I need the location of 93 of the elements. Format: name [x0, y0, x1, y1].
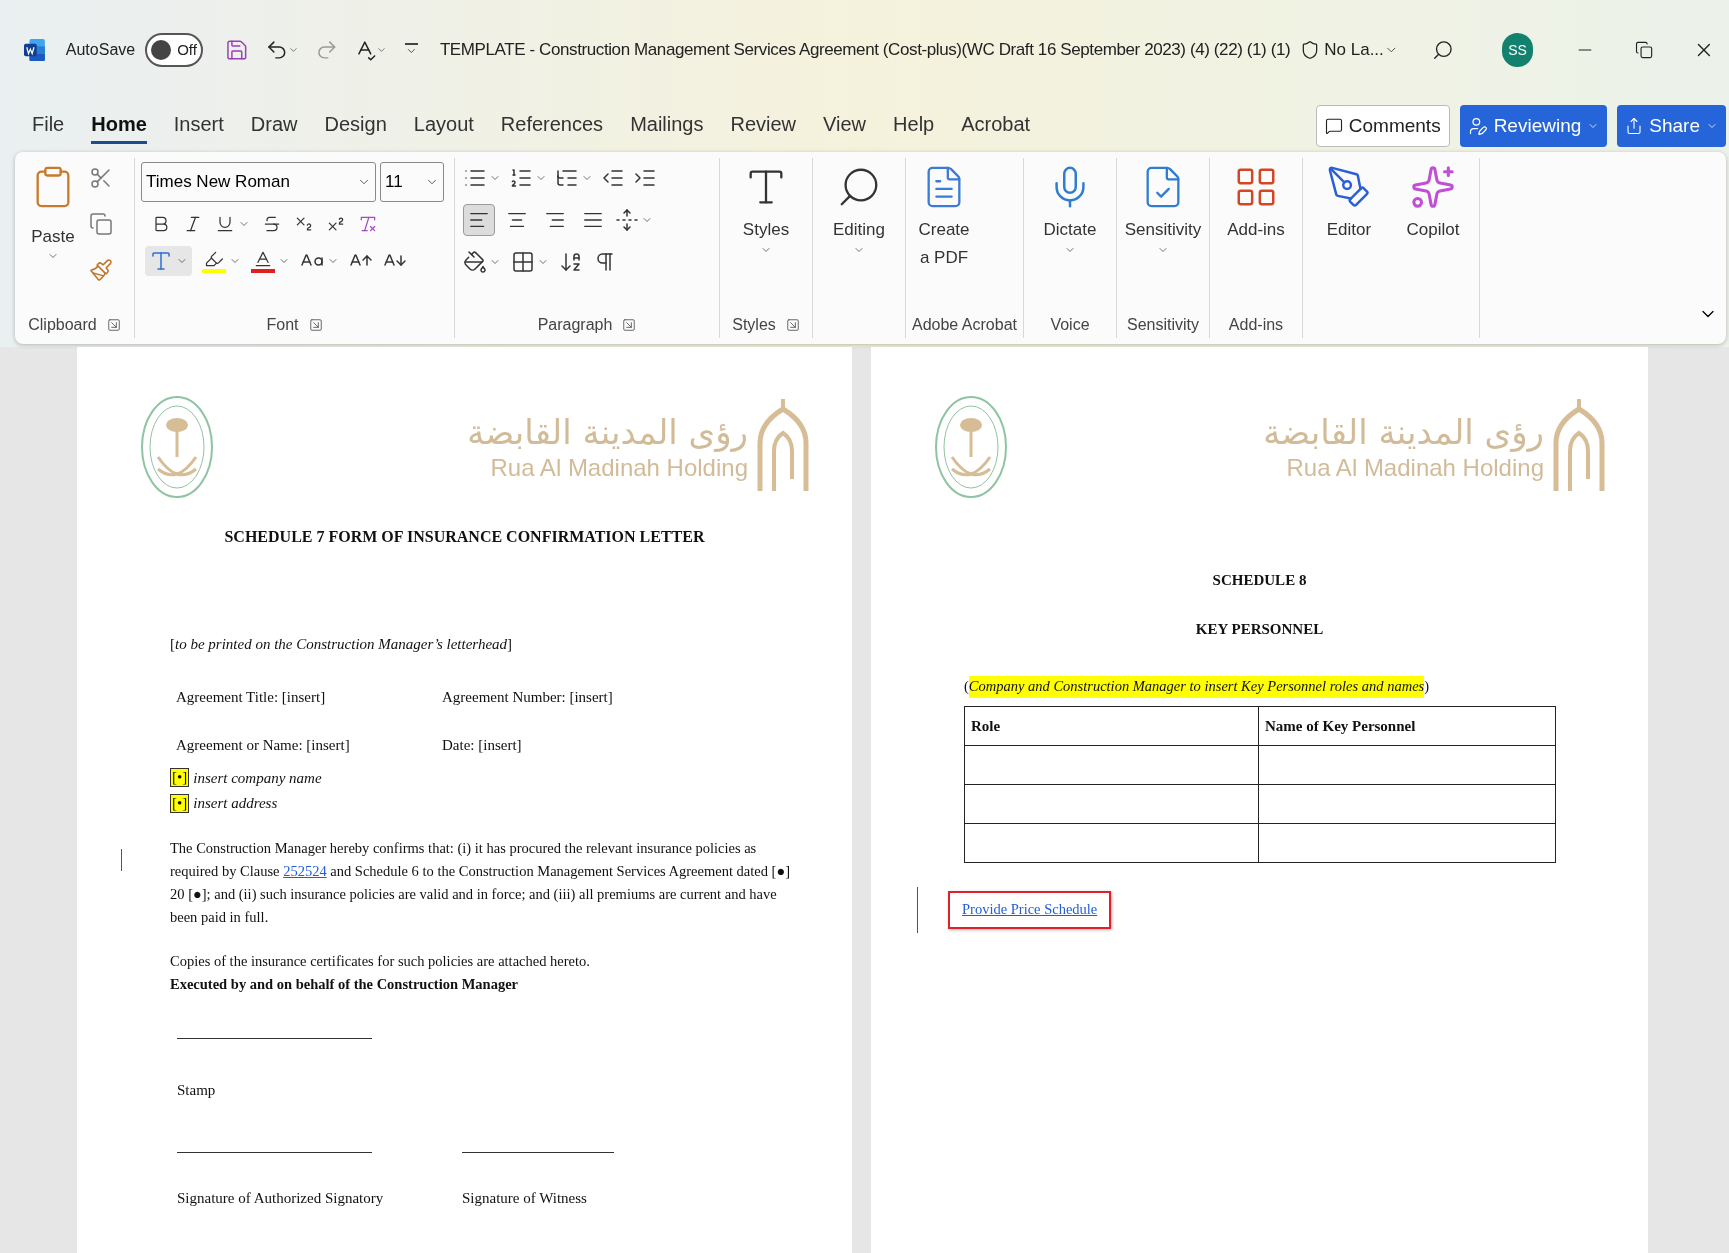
font-color-icon[interactable] — [251, 249, 275, 273]
sort-icon[interactable] — [559, 250, 583, 274]
logo-english-text: Rua Al Madinah Holding — [1286, 453, 1544, 483]
group-label: Voice — [1050, 315, 1090, 335]
dialog-launcher-icon[interactable] — [308, 318, 323, 332]
placeholder-text: insert address — [193, 794, 278, 813]
field-label: Agreement Title: [insert] — [176, 687, 327, 707]
parenthesis: ( — [964, 677, 969, 696]
copy-icon[interactable] — [89, 212, 113, 236]
logo-arabic-text: رؤى المدينة القابضة — [467, 411, 748, 453]
reviewing-icon[interactable] — [1467, 116, 1488, 136]
menu-tab[interactable]: Insert — [173, 108, 224, 144]
group-label: Sensitivity — [1126, 315, 1199, 335]
menu-tab[interactable]: Home — [91, 108, 147, 144]
menu-tab[interactable]: File — [32, 108, 65, 144]
ribbon-button[interactable]: Create a PDF — [912, 164, 976, 272]
menu-tab[interactable]: References — [500, 108, 604, 144]
column-header: Role — [964, 706, 1259, 746]
ribbon-button[interactable]: Add-ins — [1215, 164, 1296, 244]
clause-link[interactable]: 252524 — [283, 862, 327, 879]
menu-tab[interactable]: Design — [324, 108, 387, 144]
menu-tab[interactable]: Layout — [413, 108, 474, 144]
text-effects-icon[interactable] — [149, 249, 173, 273]
signature-label: Signature of Witness — [462, 1188, 587, 1208]
shading-icon[interactable] — [463, 250, 487, 274]
word-logo-icon — [24, 37, 46, 63]
ribbon-button[interactable]: Copilot — [1392, 164, 1473, 244]
group-label: Paragraph — [537, 315, 613, 335]
placeholder-text: insert company name — [193, 768, 322, 788]
logo-arabic-text: رؤى المدينة القابضة — [1263, 411, 1544, 453]
user-avatar[interactable]: SS — [1502, 33, 1534, 67]
format-painter-icon[interactable] — [89, 258, 113, 282]
strikethrough-icon[interactable] — [262, 214, 282, 234]
group-label: Add-ins — [1228, 315, 1284, 335]
key-personnel-heading: KEY PERSONNEL — [1194, 619, 1325, 639]
logo-english-text: Rua Al Madinah Holding — [490, 453, 748, 483]
ribbon-button[interactable]: Editor — [1308, 164, 1389, 244]
menu-tab[interactable]: Draw — [250, 108, 298, 144]
paste-button[interactable]: Paste — [25, 164, 81, 282]
price-schedule-link[interactable]: Provide Price Schedule — [948, 890, 1112, 929]
copies-text: Copies of the insurance certificates for such policies are attached hereto. — [170, 951, 591, 971]
placeholder-marker: [•] — [170, 768, 190, 788]
ribbon-button[interactable]: Editing — [819, 164, 899, 256]
parenthesis: ) — [1424, 677, 1430, 696]
share-button[interactable]: Share — [1617, 105, 1726, 147]
ribbon-button[interactable]: Sensitivity — [1122, 164, 1203, 256]
document-title: TEMPLATE - Construction Management Services Agreement (Cost-plus)(WC Draft 16 September 2023) (4) (22) (1) (1) — [439, 39, 1291, 62]
menu-tab[interactable]: Mailings — [630, 108, 704, 144]
executed-text: Executed by and on behalf of the Construction Manager — [170, 975, 519, 995]
menu-tab[interactable]: Review — [730, 108, 797, 144]
column-header: Name of Key Personnel — [1258, 706, 1556, 746]
menu-tab[interactable]: View — [823, 108, 867, 144]
field-label: Agreement Number: [insert] — [442, 687, 613, 707]
group-label: Font — [266, 315, 299, 335]
autosave-label: AutoSave — [65, 40, 136, 60]
sensitivity-label[interactable]: No La... — [1324, 37, 1384, 63]
borders-icon[interactable] — [511, 250, 535, 274]
highlighter-icon[interactable] — [202, 249, 226, 273]
menu-tab[interactable]: Help — [893, 108, 935, 144]
clear-formatting-icon[interactable] — [358, 214, 378, 234]
field-label: Agreement or Name: [insert] — [176, 736, 351, 755]
copilot-icon[interactable] — [1409, 164, 1456, 210]
group-label: Styles — [732, 315, 776, 335]
save-icon[interactable] — [224, 37, 249, 63]
numbering-icon[interactable] — [509, 166, 533, 190]
comments-button[interactable]: Comments — [1315, 105, 1450, 147]
stamp-label: Stamp — [177, 1081, 217, 1100]
ribbon-button[interactable]: Styles — [726, 164, 806, 256]
instruction-text: [to be printed on the Construction Manager’s letterhead] — [170, 635, 514, 654]
group-label: Clipboard — [28, 315, 97, 335]
ribbon-button[interactable]: Dictate — [1029, 164, 1110, 256]
font-name-dropdown[interactable]: Times New Roman — [141, 162, 376, 202]
line-spacing-icon[interactable] — [615, 208, 639, 232]
letter-heading: SCHEDULE 7 FORM OF INSURANCE CONFIRMATION LETTER — [223, 527, 706, 547]
comment-icon[interactable] — [1324, 117, 1343, 135]
field-label: Date: [insert] — [442, 736, 522, 755]
autosave-toggle[interactable]: Off — [145, 33, 203, 67]
font-size-dropdown[interactable]: 11 — [380, 162, 444, 202]
dialog-launcher-icon[interactable] — [106, 318, 121, 332]
schedule-heading: SCHEDULE 8 — [1211, 571, 1308, 590]
cut-icon[interactable] — [89, 166, 113, 190]
underline-icon[interactable] — [215, 214, 235, 234]
restore-icon[interactable] — [1635, 40, 1654, 60]
signature-label: Signature of Authorized Signatory — [177, 1188, 385, 1208]
group-label: Adobe Acrobat — [912, 315, 1017, 335]
dialog-launcher-icon[interactable] — [785, 318, 800, 332]
placeholder-marker: [•] — [170, 793, 190, 813]
share-icon[interactable] — [1625, 117, 1644, 135]
search-icon[interactable] — [1432, 38, 1455, 62]
menu-tab[interactable]: Acrobat — [961, 108, 1031, 144]
confirmation-paragraph: The Construction Manager hereby confirms that: (i) it has procured the relevant insurance policies as required by Clause 252524 and Schedule 6 to the Construction Management Services Agreement dated [●] 20 [●]; and (ii) such insurance policies are valid and in force; and (iii) all premiums are current and have been paid in full. — [170, 838, 792, 927]
reviewing-button[interactable]: Reviewing — [1459, 105, 1608, 147]
dialog-launcher-icon[interactable] — [622, 318, 637, 332]
